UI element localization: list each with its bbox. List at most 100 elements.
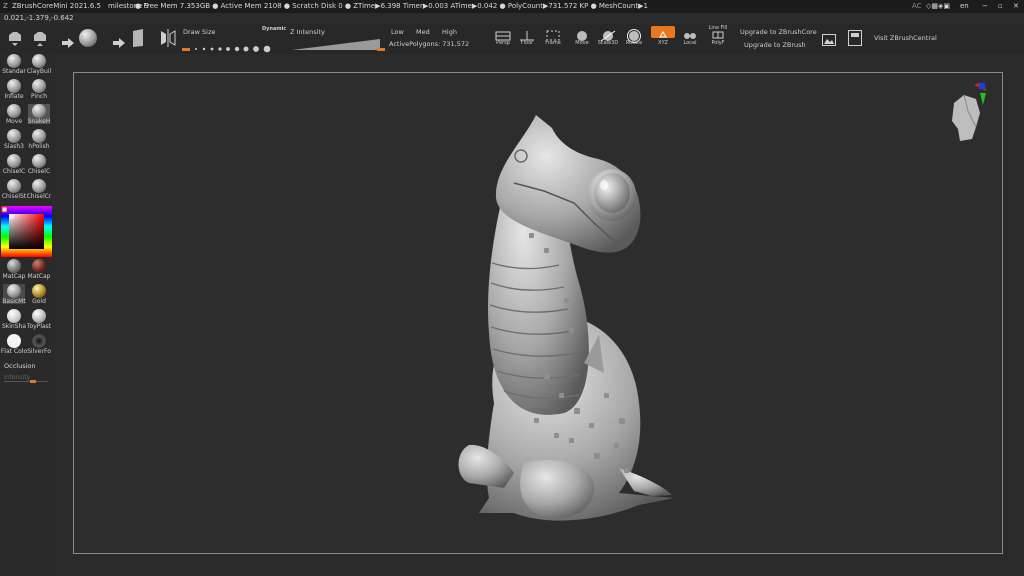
brush-chiselst[interactable]: ChiselSt — [1, 179, 27, 200]
move-hand-icon[interactable]: Move — [573, 28, 591, 46]
material-flatcolor[interactable]: Flat Colo — [0, 334, 28, 355]
polyf-button[interactable]: Line Fill PolyF — [706, 25, 730, 49]
top-toolbar: Draw Size Dynamic Z Intensity Low Med Hi… — [0, 24, 1024, 54]
brush-chisel3d-1[interactable]: ChiselC — [3, 154, 25, 175]
xyz-label: XYZ — [658, 40, 668, 46]
z-intensity-label: Z Intensity — [290, 28, 325, 36]
brush-pinch[interactable]: Pinch — [28, 79, 50, 100]
local-label: Local — [683, 40, 697, 46]
app-logo-icon: Z — [3, 2, 8, 10]
brush-snakehook[interactable]: SnakeH — [28, 104, 50, 125]
draw-size-slider-handle[interactable] — [182, 48, 190, 51]
brush-move[interactable]: Move — [3, 104, 25, 125]
visit-zbrushcentral-link[interactable]: Visit ZBrushCentral — [874, 34, 937, 42]
brush-label: Move — [5, 118, 23, 125]
z-intensity-slider[interactable] — [292, 36, 384, 50]
upgrade-zbrush-link[interactable]: Upgrade to ZBrush — [744, 41, 806, 49]
material-matcap-gray[interactable]: MatCap — [3, 259, 25, 280]
intensity-slider-handle[interactable] — [30, 380, 36, 383]
cursor-coordinates: 0.021,-1.379,-0.642 — [4, 14, 74, 22]
upgrade-zbrushcore-link[interactable]: Upgrade to ZBrushCore — [740, 28, 817, 36]
intensity-slider[interactable] — [4, 381, 48, 382]
material-toyplastic-icon — [32, 309, 46, 323]
med-button[interactable]: Med — [416, 28, 430, 36]
brush-inflate[interactable]: Inflate — [3, 79, 25, 100]
material-label: Flat Colo — [0, 348, 28, 355]
material-gold-icon — [32, 284, 46, 298]
ac-toggle[interactable]: AC — [912, 0, 922, 13]
floor-icon[interactable]: Floor — [518, 28, 536, 46]
brush-chiselcr[interactable]: ChiselCr — [27, 179, 51, 200]
brush-label: ChiselSt — [1, 193, 27, 200]
z-intensity-slider-handle[interactable] — [377, 48, 385, 51]
high-button[interactable]: High — [442, 28, 457, 36]
occlusion-toggle[interactable]: Occlusion — [4, 362, 35, 370]
rotate-label: Rotate — [625, 40, 643, 46]
low-button[interactable]: Low — [391, 28, 404, 36]
brush-move-icon — [7, 104, 21, 118]
draw-size-label: Draw Size — [183, 28, 216, 36]
dragon-model[interactable] — [74, 73, 1002, 553]
quicksave-icons[interactable]: ◇▦◈▣ — [926, 0, 950, 13]
material-skinshade[interactable]: SkinSha — [1, 309, 27, 330]
arrow-right-icon[interactable] — [113, 33, 125, 48]
material-matcap-red-icon — [32, 259, 46, 273]
material-label: BasicMt — [2, 298, 26, 305]
floor-label: Floor — [520, 40, 534, 46]
brush-chisel3d-2[interactable]: ChiselC — [28, 154, 50, 175]
material-basic[interactable]: BasicMt — [2, 284, 26, 305]
view-navigator-head-icon[interactable] — [946, 81, 986, 143]
material-toyplastic[interactable]: ToyPlast — [27, 309, 51, 330]
frame-label: Frame — [545, 40, 561, 46]
draw-size-dots[interactable] — [182, 38, 282, 53]
arrow-right-icon[interactable] — [62, 33, 74, 48]
material-gold[interactable]: Gold — [28, 284, 50, 305]
current-texture-icon[interactable] — [131, 28, 145, 48]
symmetry-icon[interactable] — [160, 28, 176, 48]
persp-icon[interactable]: Persp — [494, 28, 512, 46]
brush-slash3[interactable]: Slash3 — [3, 129, 25, 150]
brush-inflate-icon — [7, 79, 21, 93]
rotate-icon[interactable]: Rotate — [624, 28, 644, 46]
save-file-icon[interactable] — [32, 29, 48, 47]
brush-pinch-icon — [32, 79, 46, 93]
local-icon[interactable]: Local — [681, 28, 699, 46]
canvas-viewport[interactable] — [73, 72, 1003, 554]
scale3d-icon[interactable]: Scale3D — [598, 28, 618, 46]
material-silverfoil-icon — [32, 334, 46, 348]
xyz-button[interactable]: XYZ — [651, 26, 675, 48]
maximize-icon[interactable]: ▫ — [998, 0, 1003, 13]
brush-standard[interactable]: Standar — [2, 54, 26, 75]
material-basic-icon — [7, 284, 21, 298]
brush-chisel3d-icon — [32, 154, 46, 168]
scale3d-label: Scale3D — [597, 40, 619, 46]
polyf-label: PolyF — [711, 40, 725, 46]
brush-chiselcr-icon — [32, 179, 46, 193]
current-brush-icon[interactable] — [79, 29, 97, 47]
minimize-icon[interactable]: − — [982, 0, 988, 13]
brush-label: Standar — [2, 68, 26, 75]
material-label: Gold — [32, 298, 46, 305]
brush-claybuildup[interactable]: ClayBuil — [26, 54, 52, 75]
image-icon[interactable] — [822, 31, 836, 46]
persp-label: Persp — [496, 40, 510, 46]
title-bar: Z ZBrushCoreMini 2021.6.5 milestone 9 ● … — [0, 0, 1024, 13]
app-title: ZBrushCoreMini 2021.6.5 — [12, 2, 101, 10]
dynamic-toggle[interactable]: Dynamic — [262, 26, 286, 32]
document-icon[interactable] — [848, 30, 862, 46]
frame-icon[interactable]: Frame — [543, 28, 563, 46]
open-file-icon[interactable] — [7, 29, 23, 47]
material-label: SilverFo — [27, 348, 51, 355]
material-silverfoil[interactable]: SilverFo — [27, 334, 51, 355]
material-label: SkinSha — [1, 323, 27, 330]
brush-label: ClayBuil — [26, 68, 52, 75]
material-matcap-gray-icon — [7, 259, 21, 273]
color-picker[interactable] — [1, 206, 52, 257]
material-matcap-red[interactable]: MatCap — [28, 259, 50, 280]
close-icon[interactable]: ✕ — [1013, 0, 1019, 13]
xyz-active-indicator — [651, 26, 675, 38]
brush-standard-icon — [7, 54, 21, 68]
brush-hpolish[interactable]: hPolish — [28, 129, 50, 150]
language-selector[interactable]: en — [960, 0, 969, 13]
brush-label: hPolish — [28, 143, 50, 150]
